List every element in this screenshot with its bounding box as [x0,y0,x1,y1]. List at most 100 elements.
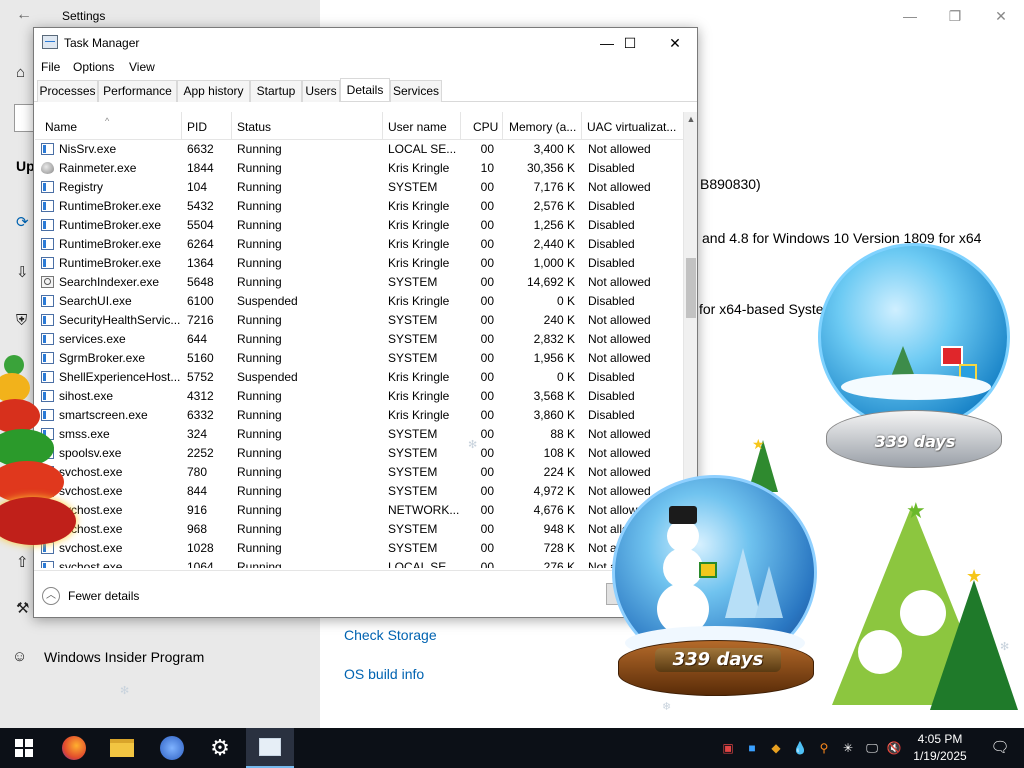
task-manager-taskbar-button[interactable] [246,728,294,768]
cell-user: Kris Kringle [388,294,450,308]
start-button[interactable] [0,728,48,768]
table-row[interactable]: SearchIndexer.exe 5648 Running SYSTEM 00 14,6… [35,273,684,292]
backup-icon[interactable]: ⇧ [16,554,34,572]
cell-uac: Not allowed [588,427,651,441]
cell-uac: Disabled [588,237,635,251]
process-app-icon [41,238,54,250]
cell-pid: 1028 [187,541,214,555]
column-header-user-name[interactable]: User name [383,112,461,140]
table-row[interactable]: svchost.exe 916 Running NETWORK... 00 4,676 K… [35,501,684,520]
cell-pid: 1064 [187,560,214,568]
cell-name: svchost.exe [59,465,123,479]
column-header-cpu[interactable]: CPU [461,112,503,140]
delivery-optimization-icon[interactable]: ⇩ [16,264,34,282]
table-row[interactable]: Rainmeter.exe 1844 Running Kris Kringle 10 30… [35,159,684,178]
tab-app-history[interactable]: App history [177,80,250,102]
tray-app-icon[interactable]: ▣ [720,740,736,756]
volume-muted-icon[interactable]: 🔇 [886,740,902,756]
tab-processes[interactable]: Processes [37,80,98,102]
table-row[interactable]: smss.exe 324 Running SYSTEM 00 88 K Not allowe… [35,425,684,444]
table-row[interactable]: SecurityHealthServic... 7216 Running SYSTEM… [35,311,684,330]
maximize-button[interactable]: ☐ [607,28,653,58]
table-row[interactable]: svchost.exe 844 Running SYSTEM 00 4,972 K Not … [35,482,684,501]
network-icon[interactable]: 🖵 [864,740,880,756]
table-row[interactable]: SearchUI.exe 6100 Suspended Kris Kringle 00 0… [35,292,684,311]
windows-security-icon[interactable]: ⛨ [16,312,34,330]
process-app-icon [41,314,54,326]
tab-users[interactable]: Users [302,80,340,102]
cell-user: SYSTEM [388,446,438,460]
tray-app-icon[interactable]: ■ [744,740,760,756]
column-header-pid[interactable]: PID [182,112,232,140]
cell-pid: 6332 [187,408,214,422]
cell-mem: 240 K [543,313,575,327]
maximize-icon[interactable]: ❐ [943,6,967,26]
table-row[interactable]: RuntimeBroker.exe 5504 Running Kris Kringle… [35,216,684,235]
tab-details[interactable]: Details [340,78,390,101]
tray-app-icon[interactable]: ✳ [840,740,856,756]
cell-cpu: 00 [480,541,494,555]
table-row[interactable]: Registry 104 Running SYSTEM 00 7,176 K Not all… [35,178,684,197]
cell-name: svchost.exe [59,503,123,517]
clock-date: 1/19/2025 [913,749,967,763]
tray-app-icon[interactable]: ◆ [768,740,784,756]
scrollbar-thumb[interactable] [686,258,696,318]
table-row[interactable]: RuntimeBroker.exe 1364 Running Kris Kringle… [35,254,684,273]
table-row[interactable]: svchost.exe 780 Running SYSTEM 00 224 K Not al… [35,463,684,482]
people-taskbar-button[interactable] [148,728,196,768]
check-storage-link[interactable]: Check Storage [344,627,437,643]
column-header-name[interactable]: Name ^ [35,112,182,140]
close-button[interactable]: ✕ [652,28,698,58]
os-build-info-link[interactable]: OS build info [344,666,424,682]
troubleshoot-icon[interactable]: ⚒ [16,600,34,618]
cell-status: Running [237,541,282,555]
tab-performance[interactable]: Performance [98,80,177,102]
task-manager-titlebar[interactable]: Task Manager — ☐ ✕ [34,28,697,58]
menu-file[interactable]: File [41,60,60,74]
cell-status: Suspended [237,294,298,308]
cell-pid: 916 [187,503,208,517]
tab-services[interactable]: Services [390,80,442,102]
file-explorer-taskbar-button[interactable] [98,728,146,768]
table-row[interactable]: NisSrv.exe 6632 Running LOCAL SE... 00 3,400 … [35,140,684,159]
search-tray-icon[interactable]: ⚲ [816,740,832,756]
cell-uac: Disabled [588,161,635,175]
table-row[interactable]: spoolsv.exe 2252 Running SYSTEM 00 108 K Not a… [35,444,684,463]
table-row[interactable]: smartscreen.exe 6332 Running Kris Kringle 00… [35,406,684,425]
rainmeter-tray-icon[interactable]: 💧 [792,740,808,756]
table-row[interactable]: ShellExperienceHost... 5752 Suspended Kris … [35,368,684,387]
minimize-icon[interactable]: — [898,6,922,26]
details-table: Name ^ PID Status User name CPU Memory (… [35,112,684,568]
column-header-memory[interactable]: Memory (a... [503,112,582,140]
table-row[interactable]: sihost.exe 4312 Running Kris Kringle 00 3,568… [35,387,684,406]
taskbar-clock[interactable]: 4:05 PM 1/19/2025 [905,731,975,765]
windows-update-icon[interactable]: ⟳ [16,214,34,232]
action-center-icon[interactable]: 🗨 [980,728,1020,768]
tab-startup[interactable]: Startup [250,80,302,102]
column-header-status[interactable]: Status [232,112,383,140]
table-row[interactable]: SgrmBroker.exe 5160 Running SYSTEM 00 1,956 K… [35,349,684,368]
firefox-taskbar-button[interactable] [50,728,98,768]
table-header: Name ^ PID Status User name CPU Memory (… [35,112,684,140]
cell-pid: 968 [187,522,208,536]
cell-pid: 780 [187,465,208,479]
back-arrow-icon[interactable]: ← [12,6,36,26]
table-row[interactable]: RuntimeBroker.exe 6264 Running Kris Kringle… [35,235,684,254]
home-icon[interactable]: ⌂ [16,64,34,82]
column-header-uac[interactable]: UAC virtualizat... [582,112,684,140]
menu-view[interactable]: View [129,60,155,74]
scroll-up-arrow-icon[interactable]: ▲ [684,112,698,126]
settings-taskbar-button[interactable]: ⚙ [196,728,244,768]
menu-options[interactable]: Options [73,60,114,74]
process-app-icon [41,143,54,155]
snowflake-icon: ✻ [468,439,478,451]
close-icon[interactable]: ✕ [989,6,1013,26]
fewer-details-button[interactable]: ︿ Fewer details [42,585,139,607]
table-row[interactable]: svchost.exe1028RunningSYSTEM00728 KNot a… [35,539,684,558]
cell-mem: 1,956 K [533,351,575,365]
table-row[interactable]: svchost.exe 1064 Running LOCAL SE... 00 276 K… [35,558,684,568]
table-row[interactable]: svchost.exe 968 Running SYSTEM 00 948 K Not al… [35,520,684,539]
sidebar-item-windows-insider[interactable]: ☺ Windows Insider Program [12,643,204,671]
table-row[interactable]: services.exe 644 Running SYSTEM 00 2,832 K Not… [35,330,684,349]
table-row[interactable]: RuntimeBroker.exe 5432 Running Kris Kringle… [35,197,684,216]
